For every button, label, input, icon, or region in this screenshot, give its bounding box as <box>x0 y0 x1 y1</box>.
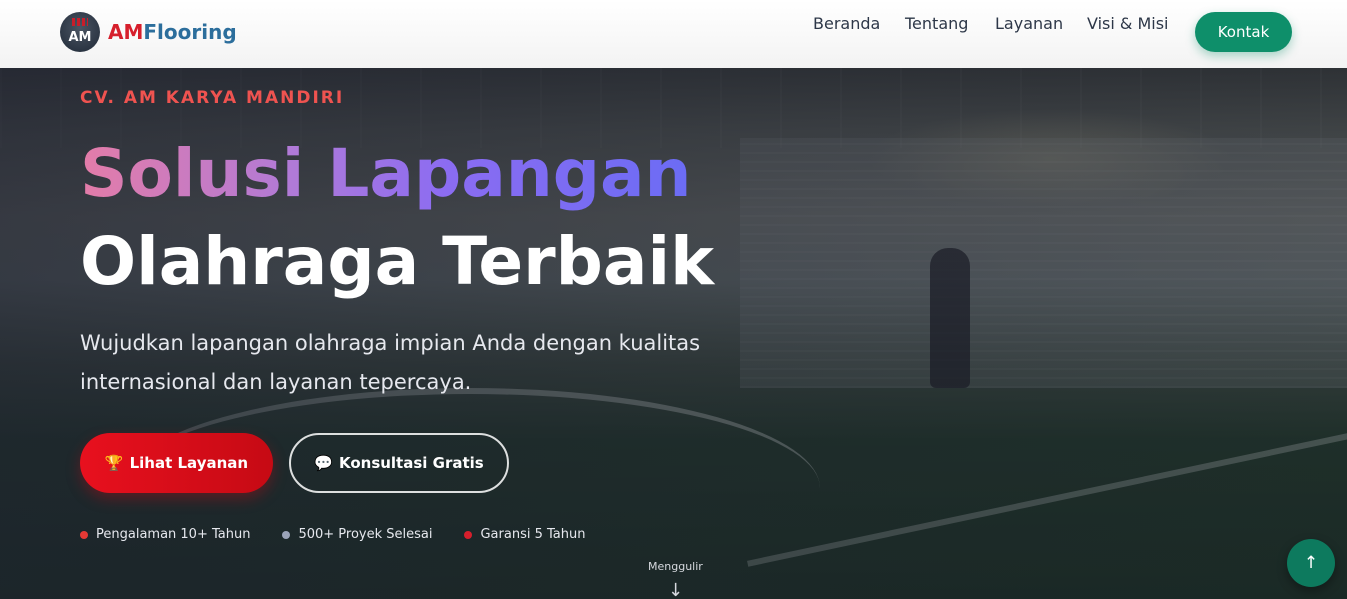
nav-item-beranda[interactable]: Beranda <box>813 14 880 33</box>
hero-title-highlight: Solusi Lapangan <box>80 135 692 212</box>
nav-item-layanan[interactable]: Layanan <box>995 14 1063 33</box>
stat-label: Garansi 5 Tahun <box>480 527 586 542</box>
scroll-hint-label: Menggulir <box>648 560 703 573</box>
brand-name: AMFlooring <box>108 20 237 44</box>
lihat-layanan-label: Lihat Layanan <box>129 454 249 472</box>
lihat-layanan-button[interactable]: 🏆 Lihat Layanan <box>80 433 273 493</box>
back-to-top-button[interactable]: ↑ <box>1287 539 1335 587</box>
brand-logo[interactable]: AM AMFlooring <box>60 12 237 52</box>
hero-kicker: CV. AM KARYA MANDIRI <box>80 88 345 108</box>
logo-badge-icon: AM <box>60 12 100 52</box>
stat-dot-icon <box>80 530 88 539</box>
stat-dot-icon <box>282 530 291 539</box>
hero-title: Solusi Lapangan Olahraga Terbaik <box>80 130 1040 306</box>
konsultasi-gratis-button[interactable]: 💬 Konsultasi Gratis <box>289 433 509 493</box>
stat-item: Pengalaman 10+ Tahun <box>80 527 250 542</box>
hero-section: CV. AM KARYA MANDIRI Solusi Lapangan Ola… <box>0 68 1347 599</box>
brand-name-part1: AM <box>108 20 144 44</box>
stat-label: Pengalaman 10+ Tahun <box>96 527 251 542</box>
hero-stats: Pengalaman 10+ Tahun 500+ Proyek Selesai… <box>80 527 585 542</box>
nav-item-tentang[interactable]: Tentang <box>905 14 968 33</box>
arrow-up-icon: ↑ <box>1303 553 1319 573</box>
logo-badge-text: AM <box>68 29 92 45</box>
nav-item-visi-misi[interactable]: Visi & Misi <box>1087 14 1169 33</box>
trophy-icon: 🏆 <box>104 454 124 472</box>
scroll-down-arrow-icon[interactable]: ↓ <box>668 580 683 599</box>
stat-dot-icon <box>464 530 473 539</box>
kontak-button[interactable]: Kontak <box>1195 12 1292 52</box>
brand-name-part2: Flooring <box>143 20 237 44</box>
hero-title-rest: Olahraga Terbaik <box>80 223 714 300</box>
stat-item: Garansi 5 Tahun <box>464 527 585 542</box>
stat-item: 500+ Proyek Selesai <box>282 527 432 542</box>
site-header: AM AMFlooring Beranda Tentang Layanan Vi… <box>0 0 1347 68</box>
konsultasi-gratis-label: Konsultasi Gratis <box>338 454 484 472</box>
stat-label: 500+ Proyek Selesai <box>298 527 433 542</box>
chat-icon: 💬 <box>314 454 333 472</box>
hero-subtitle: Wujudkan lapangan olahraga impian Anda d… <box>80 331 701 394</box>
hero-content: CV. AM KARYA MANDIRI Solusi Lapangan Ola… <box>0 68 1347 599</box>
